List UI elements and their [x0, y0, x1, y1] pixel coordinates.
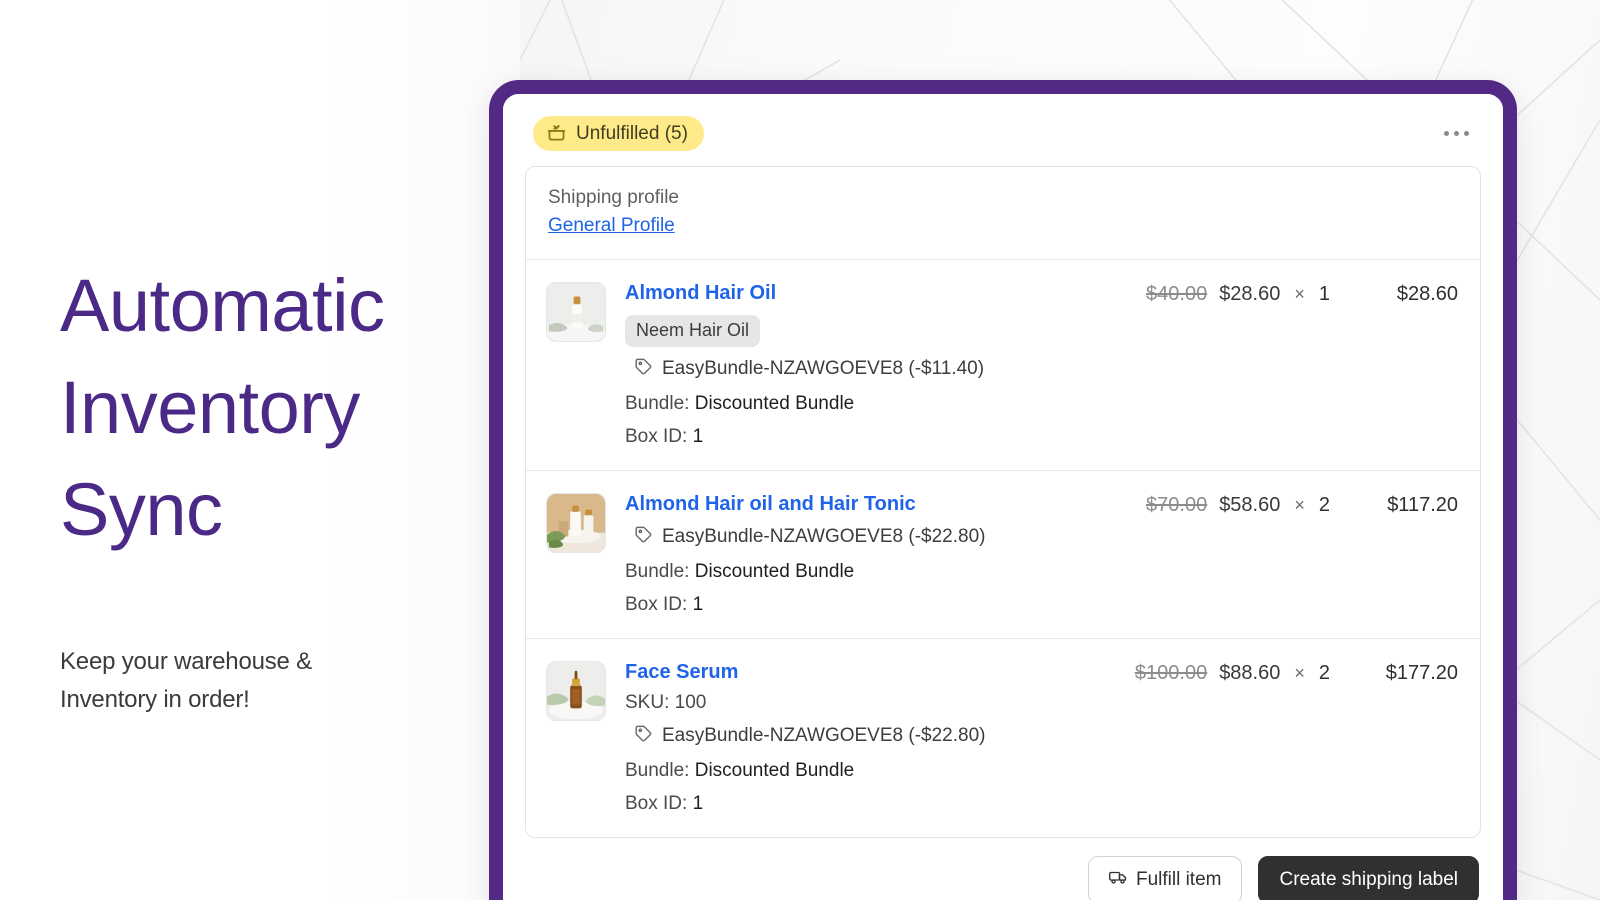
box-id-line: Box ID: 1	[625, 426, 1146, 448]
bundle-label: Bundle:	[625, 759, 690, 781]
kebab-dot	[1464, 130, 1469, 136]
discount-text: EasyBundle-NZAWGOEVE8 (-$22.80)	[662, 725, 986, 747]
create-shipping-label-button[interactable]: Create shipping label	[1258, 855, 1479, 900]
fulfill-item-button[interactable]: Fulfill item	[1087, 855, 1243, 900]
device-frame: Unfulfilled (5) Shipping profile General…	[489, 80, 1517, 900]
original-price: $40.00	[1146, 283, 1208, 305]
bundle-label: Bundle:	[625, 560, 690, 582]
line-item-pricing: $100.00 $88.60 × 2	[1135, 661, 1330, 685]
discount-line: EasyBundle-NZAWGOEVE8 (-$22.80)	[625, 525, 1146, 550]
promo-panel: Automatic Inventory Sync Keep your wareh…	[60, 255, 480, 719]
shipping-profile-link[interactable]: General Profile	[548, 215, 675, 237]
box-id-line: Box ID: 1	[625, 793, 1135, 815]
bundle-line: Bundle: Discounted Bundle	[625, 760, 1135, 782]
amber-dropper-bottle-image	[547, 661, 605, 720]
box-id-label: Box ID:	[625, 593, 688, 615]
sku-line: SKU: 100	[625, 691, 707, 713]
promo-subtitle: Keep your warehouse & Inventory in order…	[60, 643, 480, 719]
discount-text: EasyBundle-NZAWGOEVE8 (-$11.40)	[662, 358, 985, 380]
multiply-symbol: ×	[1294, 662, 1305, 683]
box-id-label: Box ID:	[625, 425, 688, 447]
line-item: Almond Hair oil and Hair Tonic EasyBundl…	[526, 471, 1480, 639]
product-title-link[interactable]: Face Serum	[625, 661, 738, 683]
line-item-pricing: $40.00 $28.60 × 1	[1146, 282, 1330, 306]
truck-icon	[1109, 868, 1127, 892]
line-item-pricing: $70.00 $58.60 × 2	[1146, 493, 1330, 517]
headline-line-2: Inventory	[60, 366, 360, 449]
package-icon	[546, 123, 567, 144]
product-thumbnail[interactable]	[546, 492, 606, 553]
current-price: $88.60	[1219, 661, 1281, 684]
status-badge-label: Unfulfilled (5)	[576, 122, 688, 144]
bundle-line: Bundle: Discounted Bundle	[625, 393, 1146, 415]
line-item-total: $117.20	[1387, 493, 1458, 516]
quantity: 1	[1318, 283, 1330, 305]
box-id-label: Box ID:	[625, 792, 688, 814]
price-tag-icon	[634, 357, 653, 382]
app-viewport: Unfulfilled (5) Shipping profile General…	[503, 94, 1503, 900]
current-price: $58.60	[1219, 493, 1281, 516]
current-price: $28.60	[1219, 283, 1281, 305]
fulfill-item-label: Fulfill item	[1135, 868, 1222, 890]
original-price: $70.00	[1146, 493, 1208, 516]
price-tag-icon	[634, 525, 653, 550]
line-item-details: Almond Hair Oil Neem Hair Oil EasyBundle…	[606, 282, 1146, 448]
shipping-profile-section: Shipping profile General Profile	[526, 167, 1480, 260]
box-id-value: 1	[692, 593, 704, 615]
line-item: Face Serum SKU: 100 EasyBundle-NZAWGOEVE…	[526, 639, 1480, 837]
line-item-total: $28.60	[1396, 283, 1458, 305]
line-item-details: Face Serum SKU: 100 EasyBundle-NZAWGOEVE…	[606, 661, 1135, 815]
box-id-value: 1	[692, 425, 704, 447]
product-title-link[interactable]: Almond Hair oil and Hair Tonic	[625, 493, 916, 515]
card-action-bar: Fulfill item Create shipping label	[521, 838, 1485, 900]
box-id-line: Box ID: 1	[625, 594, 1146, 616]
discount-line: EasyBundle-NZAWGOEVE8 (-$11.40)	[625, 357, 1146, 382]
price-tag-icon	[634, 724, 653, 749]
shipping-profile-label: Shipping profile	[548, 187, 679, 208]
quantity: 2	[1318, 661, 1330, 684]
kebab-dot	[1444, 130, 1449, 136]
product-title-link[interactable]: Almond Hair Oil	[625, 282, 776, 304]
white-bottle-wood-cap-image	[547, 283, 605, 341]
line-item: Almond Hair Oil Neem Hair Oil EasyBundle…	[526, 260, 1480, 471]
kebab-dot	[1454, 130, 1459, 136]
headline-line-1: Automatic	[60, 264, 385, 347]
create-shipping-label-label: Create shipping label	[1279, 868, 1458, 890]
quantity: 2	[1318, 493, 1330, 516]
multiply-symbol: ×	[1294, 494, 1305, 515]
product-thumbnail[interactable]	[546, 282, 606, 342]
variant-chip: Neem Hair Oil	[625, 315, 761, 347]
original-price: $100.00	[1134, 661, 1208, 684]
bundle-label: Bundle:	[625, 392, 690, 414]
subtitle-line-2: Inventory in order!	[60, 686, 250, 713]
box-id-value: 1	[692, 792, 704, 814]
bundle-line: Bundle: Discounted Bundle	[625, 561, 1146, 583]
screenshot-root: Automatic Inventory Sync Keep your wareh…	[0, 0, 1600, 900]
bundle-value: Discounted Bundle	[694, 759, 855, 781]
bundle-value: Discounted Bundle	[694, 392, 855, 414]
two-bottles-tan-image	[547, 493, 605, 552]
line-item-total: $177.20	[1385, 661, 1458, 684]
discount-text: EasyBundle-NZAWGOEVE8 (-$22.80)	[662, 526, 986, 548]
kebab-menu-icon[interactable]	[1438, 123, 1475, 144]
status-badge: Unfulfilled (5)	[533, 115, 704, 151]
multiply-symbol: ×	[1294, 284, 1305, 304]
page-title: Automatic Inventory Sync	[60, 255, 480, 561]
headline-line-3: Sync	[60, 468, 223, 551]
discount-line: EasyBundle-NZAWGOEVE8 (-$22.80)	[625, 724, 1135, 749]
fulfillment-panel: Shipping profile General Profile Almond …	[525, 166, 1481, 838]
fulfillment-card-header: Unfulfilled (5)	[521, 110, 1485, 156]
line-item-details: Almond Hair oil and Hair Tonic EasyBundl…	[606, 493, 1146, 616]
subtitle-line-1: Keep your warehouse &	[60, 648, 312, 675]
bundle-value: Discounted Bundle	[694, 560, 855, 582]
product-thumbnail[interactable]	[546, 660, 606, 721]
